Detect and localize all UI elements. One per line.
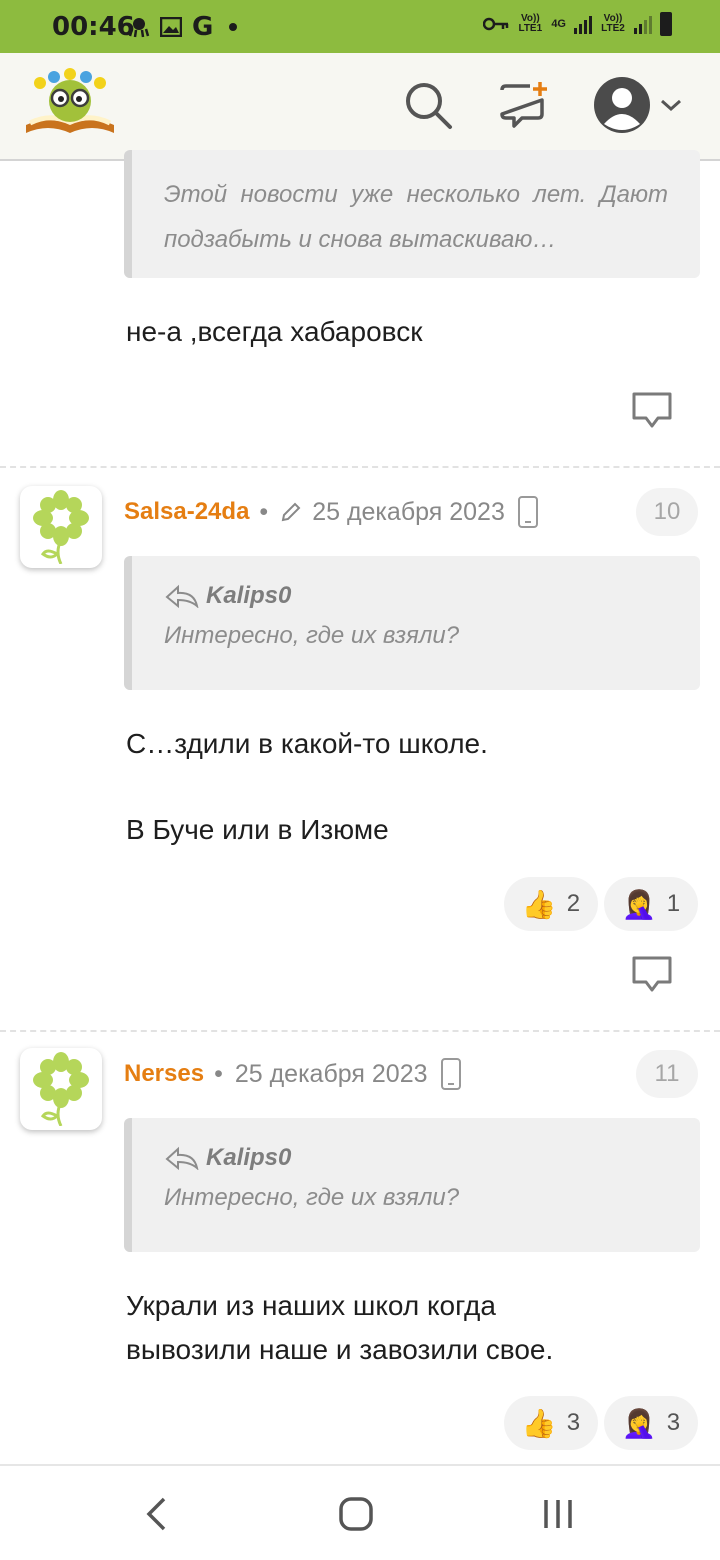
comment-text: вывозили наше и завозили свое. [126,1334,554,1365]
comment-text: не-а ,всегда хабаровск [126,316,423,347]
quote-text: Интересно, где их взяли? [164,622,460,649]
comment-divider [0,466,720,468]
signal-strength-icon-2 [634,14,652,34]
home-button[interactable] [326,1484,386,1544]
thumbs-up-icon: 👍 [521,1407,557,1439]
search-button[interactable] [400,77,456,133]
recents-button[interactable] [528,1484,588,1544]
user-avatar-icon [594,77,650,133]
username-link[interactable]: Salsa-24da [124,498,249,526]
system-nav-bar [0,1464,720,1560]
key-icon [483,17,509,31]
reaction-count: 1 [666,890,681,917]
reaction-count: 3 [666,1409,681,1436]
comment-number[interactable]: 10 [636,488,698,536]
facepalm-icon: 🤦‍♀️ [621,888,657,920]
comment-quote[interactable]: Kalips0 Интересно, где их взяли? [124,1118,700,1252]
reply-icon[interactable] [630,954,674,994]
new-comment-icon [500,82,547,128]
app-header [0,53,720,161]
new-comment-button[interactable] [496,77,552,133]
google-icon: G [192,12,214,42]
site-logo-icon[interactable] [24,67,116,137]
comment-text: В Буче или в Изюме [126,814,389,845]
comment-quote[interactable]: Kalips0 Интересно, где их взяли? [124,556,700,690]
avatar[interactable] [20,486,102,568]
reply-arrow-icon [165,584,199,608]
back-icon [146,1497,166,1531]
signal-strength-icon-1 [574,14,592,34]
user-menu-button[interactable] [588,77,688,133]
username-link[interactable]: Nerses [124,1060,204,1088]
flower-avatar-icon [33,1052,89,1126]
quote-text: Интересно, где их взяли? [164,1184,460,1211]
edit-pencil-icon [281,502,301,522]
reply-icon[interactable] [630,390,674,430]
comment-date: 25 декабря 2023 [234,1059,428,1088]
quote-text: Этой новости уже несколько лет. Дают под… [164,181,668,253]
image-icon [160,17,182,37]
dot-icon [229,23,238,31]
search-icon [406,83,452,129]
comment-text: Украли из наших школ когда [126,1290,496,1321]
comment-meta: Salsa-24da • 25 декабря 2023 [124,492,539,532]
reply-arrow-icon [165,1146,199,1170]
comment-quote: Этой новости уже несколько лет. Дают под… [124,150,700,278]
chevron-down-icon [661,99,681,112]
comment-divider [0,1030,720,1032]
reaction-facepalm-button[interactable]: 🤦‍♀️ 1 [604,877,698,931]
reaction-count: 3 [566,1409,581,1436]
reaction-like-button[interactable]: 👍 3 [504,1396,598,1450]
reaction-count: 2 [566,890,581,917]
reaction-facepalm-button[interactable]: 🤦‍♀️ 3 [604,1396,698,1450]
network-type-label: 4G [551,18,566,30]
avatar[interactable] [20,1048,102,1130]
comment-number[interactable]: 11 [636,1050,698,1098]
mobile-phone-icon [440,1058,461,1090]
back-button[interactable] [126,1484,186,1544]
comment-meta: Nerses • 25 декабря 2023 [124,1054,462,1094]
battery-icon [660,12,672,36]
mobile-phone-icon [517,496,538,528]
thumbs-up-icon: 👍 [521,888,557,920]
quote-author: Kalips0 [206,582,292,609]
recents-icon [544,1500,572,1528]
octopus-icon [128,18,150,38]
flower-avatar-icon [33,490,89,564]
reaction-like-button[interactable]: 👍 2 [504,877,598,931]
comment-text: С…здили в какой-то школе. [126,728,488,759]
status-time: 00:46 [52,12,135,42]
comment-date: 25 декабря 2023 [312,497,505,526]
sim2-label: Vo)) LTE2 [601,13,625,34]
sim1-label: Vo)) LTE1 [518,13,543,34]
quote-author: Kalips0 [206,1144,292,1171]
home-icon [339,1497,373,1531]
status-bar: 00:46 G Vo)) LTE1 4G Vo)) LTE2 [0,0,720,53]
facepalm-icon: 🤦‍♀️ [621,1407,657,1439]
